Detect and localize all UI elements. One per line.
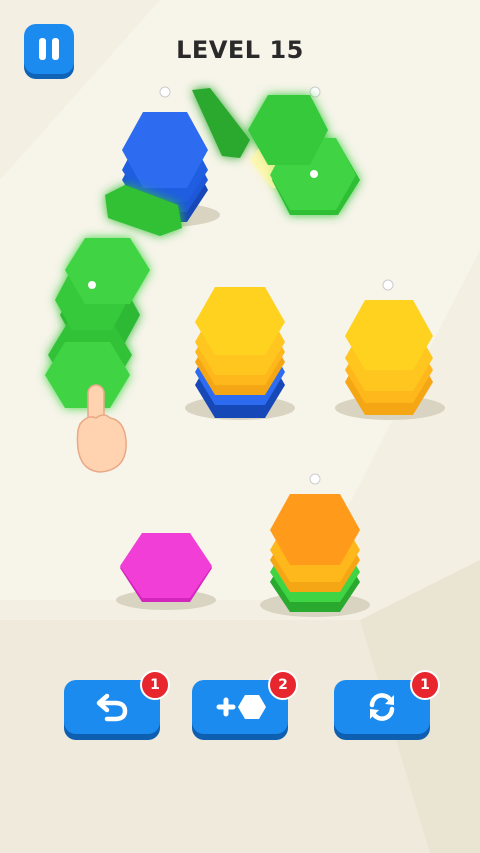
add-hexagon-button[interactable]: 2 bbox=[192, 670, 298, 734]
shuffle-count-badge: 1 bbox=[410, 670, 440, 700]
slot-marker bbox=[309, 86, 321, 98]
slot-marker bbox=[309, 473, 321, 485]
refresh-icon bbox=[369, 693, 395, 721]
hex-stack-yellow-blue[interactable] bbox=[185, 287, 295, 420]
undo-count-badge: 1 bbox=[140, 670, 170, 700]
slot-marker bbox=[382, 279, 394, 291]
add-hexagon-icon bbox=[216, 695, 266, 719]
undo-icon bbox=[96, 693, 128, 722]
slot-marker bbox=[159, 86, 171, 98]
hex-stack-yellow[interactable] bbox=[335, 300, 445, 420]
add-hexagon-count-badge: 2 bbox=[268, 670, 298, 700]
undo-button[interactable]: 1 bbox=[64, 670, 170, 734]
shuffle-button[interactable]: 1 bbox=[334, 670, 440, 734]
hex-tile-magenta[interactable] bbox=[116, 533, 216, 610]
hex-stack-orange-green[interactable] bbox=[260, 494, 370, 617]
